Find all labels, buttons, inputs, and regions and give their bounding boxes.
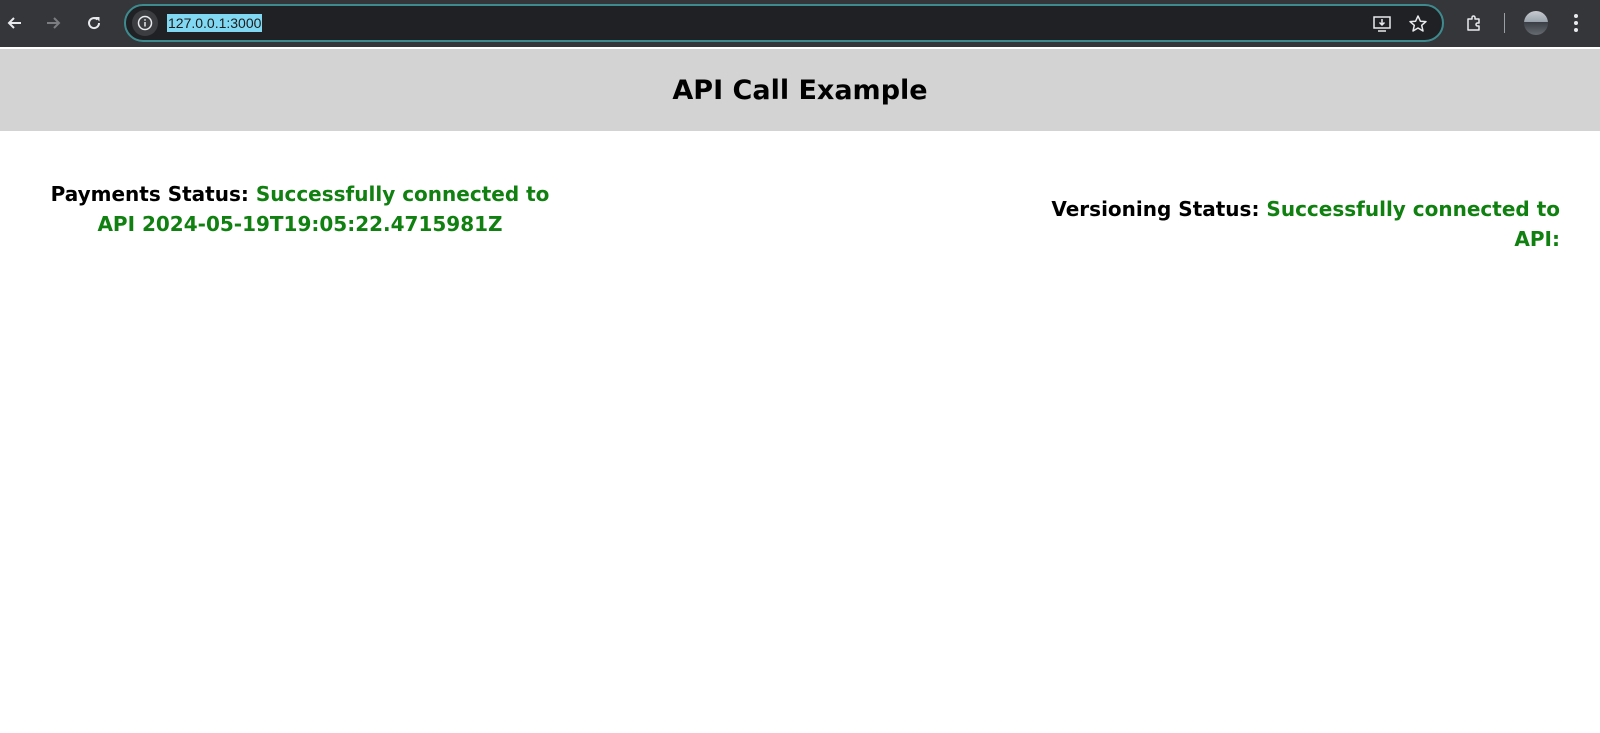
menu-dot	[1574, 28, 1578, 32]
forward-arrow-icon	[47, 17, 61, 29]
page-title: API Call Example	[672, 74, 928, 106]
star-icon	[1409, 15, 1427, 32]
browser-menu-button[interactable]	[1564, 11, 1588, 35]
versioning-status: Versioning Status: Successfully connecte…	[1000, 194, 1560, 254]
versioning-status-label: Versioning Status:	[1051, 197, 1260, 221]
site-info-button[interactable]	[132, 10, 158, 36]
url-text[interactable]: 127.0.0.1:3000	[167, 14, 263, 32]
forward-button[interactable]	[38, 8, 68, 38]
puzzle-icon	[1467, 15, 1480, 31]
info-icon	[137, 15, 153, 31]
bookmark-button[interactable]	[1406, 12, 1430, 36]
reload-button[interactable]	[79, 8, 109, 38]
install-app-button[interactable]	[1370, 12, 1394, 36]
reload-icon	[88, 17, 101, 30]
menu-dot	[1574, 14, 1578, 18]
back-button[interactable]	[0, 8, 30, 38]
payments-status: Payments Status: Successfully connected …	[40, 179, 560, 239]
back-arrow-icon	[7, 17, 21, 29]
install-app-icon	[1373, 16, 1391, 32]
extensions-button[interactable]	[1461, 10, 1487, 36]
address-bar[interactable]: 127.0.0.1:3000	[124, 4, 1444, 42]
browser-toolbar: 127.0.0.1:3000	[0, 0, 1600, 47]
toolbar-divider	[1504, 13, 1505, 33]
page-header: API Call Example	[0, 49, 1600, 131]
menu-dot	[1574, 21, 1578, 25]
payments-status-label: Payments Status:	[50, 182, 249, 206]
profile-avatar[interactable]	[1524, 11, 1548, 35]
versioning-status-value: Successfully connected to API:	[1266, 197, 1560, 251]
